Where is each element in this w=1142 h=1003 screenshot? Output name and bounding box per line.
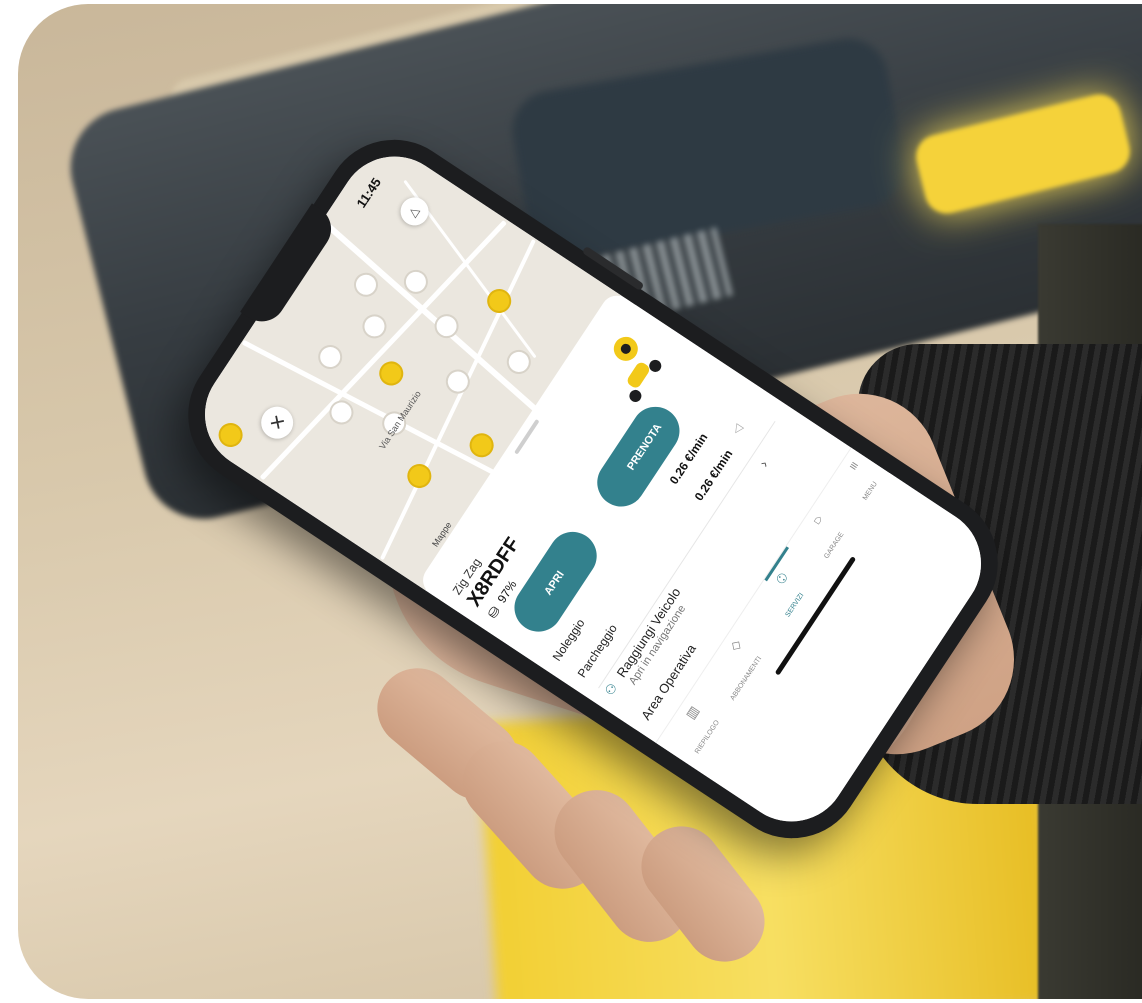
tab-label: RIEPILOGO — [693, 719, 722, 756]
close-icon: ✕ — [265, 410, 289, 436]
bottom-tab-bar: ▤ RIEPILOGO ◇ ABBONAMENTI ⚇ SERVIZI ⌂ GA… — [655, 447, 911, 782]
tab-garage[interactable]: ⌂ GARAGE — [811, 506, 871, 560]
location-arrow-icon: ◁ — [406, 203, 423, 220]
person-icon: ⚇ — [772, 569, 791, 589]
book-button-label: PRENOTA — [625, 421, 665, 473]
scooter-pin[interactable] — [313, 340, 347, 374]
tab-riepilogo[interactable]: ▤ RIEPILOGO — [684, 698, 744, 756]
summary-icon: ▤ — [684, 702, 703, 722]
scooter-pin[interactable] — [374, 356, 408, 391]
tab-menu[interactable]: ≡ MENU — [846, 453, 906, 501]
locate-button[interactable]: ◁ — [395, 192, 434, 231]
close-button[interactable]: ✕ — [254, 400, 300, 445]
battery-icon: ⛁ — [484, 603, 504, 622]
open-button[interactable]: APRI — [505, 522, 606, 641]
person-icon: ⚇ — [601, 680, 621, 699]
scooter-pin[interactable] — [357, 309, 392, 343]
tab-label: ABBONAMENTI — [729, 655, 764, 702]
hamburger-menu-icon: ≡ — [846, 457, 862, 475]
open-button-label: APRI — [542, 569, 567, 598]
expand-icon[interactable]: ◁ — [729, 421, 746, 436]
tab-label: SERVIZI — [784, 591, 806, 619]
scooter-pin[interactable] — [402, 459, 436, 493]
chevron-right-icon[interactable]: › — [755, 457, 771, 470]
status-time: 11:45 — [353, 175, 384, 211]
tab-label: GARAGE — [823, 531, 846, 561]
tab-label: MENU — [861, 480, 880, 502]
shield-icon: ◇ — [728, 635, 746, 654]
garage-icon: ⌂ — [811, 510, 827, 528]
photo-scene: ƎZ — [18, 4, 1142, 999]
map-street — [321, 219, 543, 416]
book-button[interactable]: PRENOTA — [588, 397, 689, 516]
scooter-pin[interactable] — [213, 418, 248, 452]
